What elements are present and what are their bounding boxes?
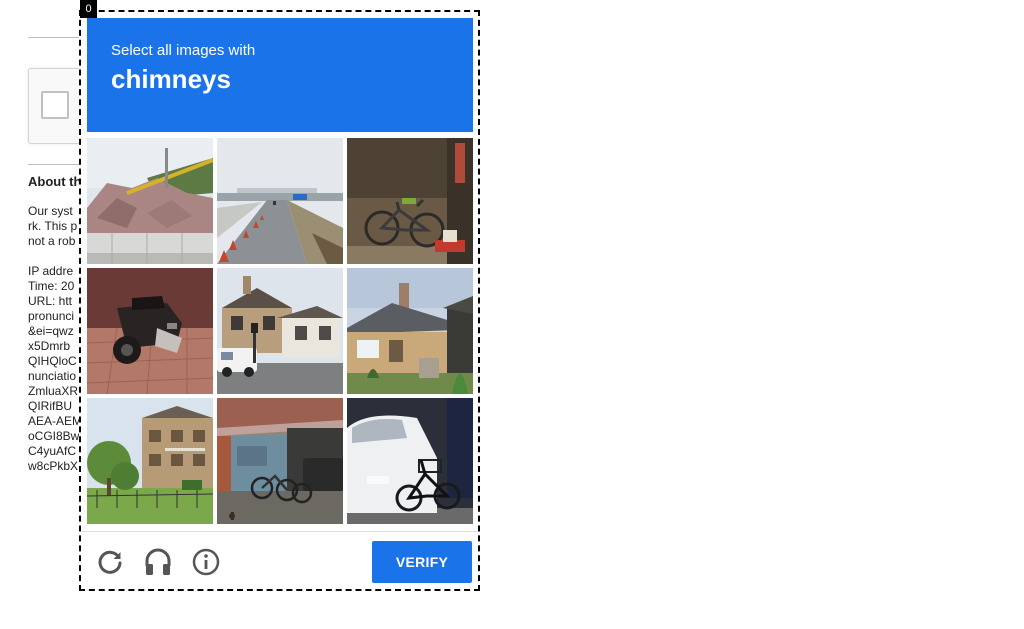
challenge-prompt: Select all images with chimneys — [87, 18, 473, 132]
tile-bicycle-car-image — [347, 398, 473, 524]
tile-house-street-van-image — [217, 268, 343, 394]
image-tile-9[interactable] — [347, 398, 473, 524]
detail-line: IP addre — [28, 264, 74, 278]
about-heading: About th — [28, 174, 82, 189]
tile-scooter-image — [87, 268, 213, 394]
detail-line: QIRifBU — [28, 399, 73, 413]
reload-button[interactable] — [92, 544, 128, 580]
image-tile-4[interactable] — [87, 268, 213, 394]
tile-house-chimney-image — [347, 268, 473, 394]
detail-line: pronunci — [28, 309, 75, 323]
detail-line: w8cPkbX — [28, 459, 79, 473]
instruction-text: Select all images with — [111, 42, 256, 59]
detail-line: &ei=qwz — [28, 324, 74, 338]
detail-line: AEA-AEM — [28, 414, 83, 428]
image-tile-1[interactable] — [87, 138, 213, 264]
tile-rocks-guardrail-image — [87, 138, 213, 264]
audio-challenge-button[interactable] — [140, 544, 176, 580]
image-tile-6[interactable] — [347, 268, 473, 394]
tile-road-traffic-cones-image — [217, 138, 343, 264]
image-tile-2[interactable] — [217, 138, 343, 264]
detail-line: QIHQloC — [28, 354, 77, 368]
im-not-a-robot-checkbox[interactable] — [41, 91, 69, 119]
tile-bicycle-wall-image — [347, 138, 473, 264]
image-grid — [87, 138, 473, 524]
info-icon — [192, 548, 220, 576]
detail-line: oCGI8Bw — [28, 429, 80, 443]
image-tile-7[interactable] — [87, 398, 213, 524]
detail-line: C4yuAfC — [28, 444, 77, 458]
detail-line: x5Dmrb — [28, 339, 71, 353]
image-tile-8[interactable] — [217, 398, 343, 524]
detail-line: ZmluaXR — [28, 384, 79, 398]
frame-index-badge: 0 — [80, 0, 97, 18]
detail-line: nunciatio — [28, 369, 77, 383]
target-object-text: chimneys — [111, 64, 231, 94]
detail-line: Time: 20 — [28, 279, 75, 293]
reload-icon — [98, 550, 122, 574]
headphones-icon — [145, 548, 171, 575]
verify-button[interactable]: VERIFY — [372, 541, 472, 583]
image-tile-3[interactable] — [347, 138, 473, 264]
tile-apartment-building-image — [87, 398, 213, 524]
footer-divider — [81, 531, 478, 532]
detail-line: URL: htt — [28, 294, 73, 308]
help-button[interactable] — [188, 544, 224, 580]
explanation-line-3: not a rob — [28, 234, 76, 248]
explanation-line-1: Our syst — [28, 204, 73, 218]
explanation-line-2: rk. This p — [28, 219, 78, 233]
image-tile-5[interactable] — [217, 268, 343, 394]
tile-carport-bicycles-image — [217, 398, 343, 524]
